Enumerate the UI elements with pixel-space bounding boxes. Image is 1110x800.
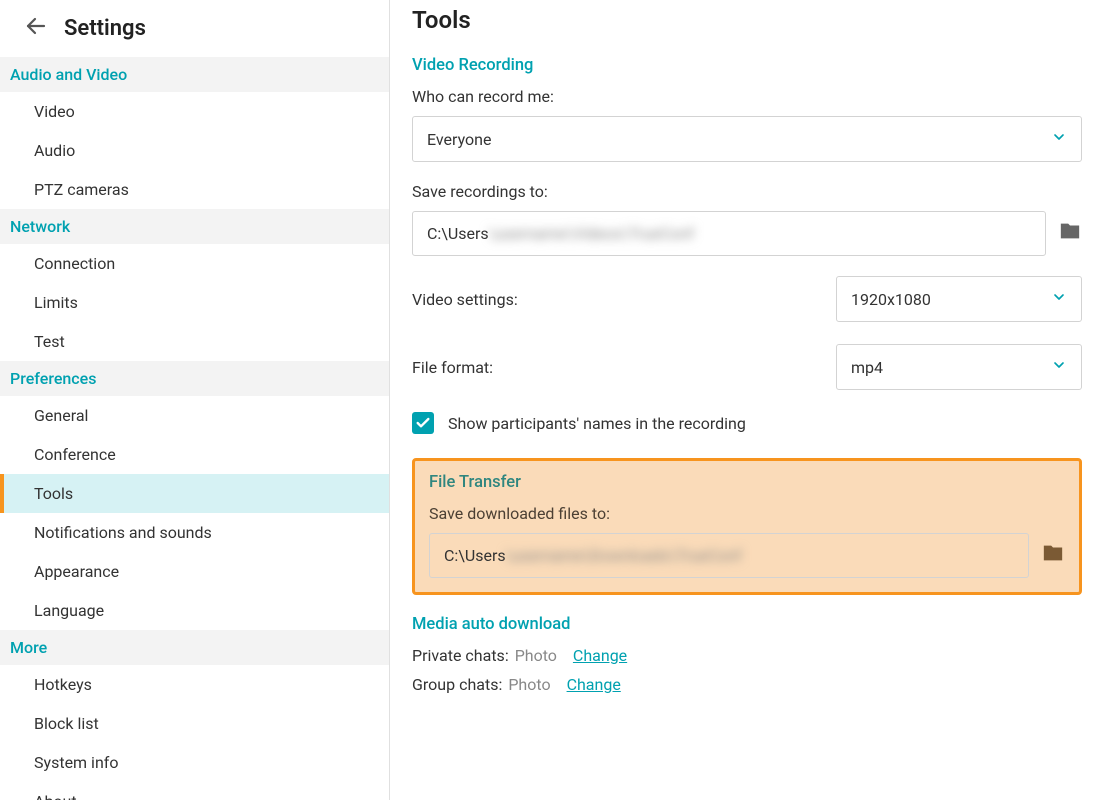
sidebar-item-hotkeys[interactable]: Hotkeys	[0, 665, 389, 704]
sidebar-item-connection[interactable]: Connection	[0, 244, 389, 283]
save-recordings-label: Save recordings to:	[412, 182, 1082, 201]
private-chats-value: Photo	[515, 646, 557, 665]
who-can-record-label: Who can record me:	[412, 87, 1082, 106]
who-can-record-select[interactable]: Everyone	[412, 116, 1082, 162]
page-title: Tools	[412, 6, 1082, 34]
sidebar-item-limits[interactable]: Limits	[0, 283, 389, 322]
recordings-path-blurred: \username\Videos\TrueConf	[489, 224, 694, 243]
settings-sidebar: Settings Audio and Video Video Audio PTZ…	[0, 0, 390, 800]
private-chats-change-link[interactable]: Change	[573, 646, 627, 665]
sidebar-item-conference[interactable]: Conference	[0, 435, 389, 474]
show-participants-checkbox[interactable]	[412, 412, 434, 434]
file-format-select[interactable]: mp4	[836, 344, 1082, 390]
sidebar-section-network: Network	[0, 209, 389, 244]
group-chats-change-link[interactable]: Change	[567, 675, 621, 694]
video-settings-value: 1920x1080	[851, 290, 931, 309]
sidebar-item-video[interactable]: Video	[0, 92, 389, 131]
private-chats-label: Private chats:	[412, 646, 509, 665]
recordings-path-prefix: C:\Users	[427, 224, 489, 243]
browse-recordings-folder-icon[interactable]	[1058, 220, 1082, 248]
file-transfer-highlight-box: File Transfer Save downloaded files to: …	[412, 458, 1082, 595]
sidebar-item-about[interactable]: About	[0, 782, 389, 800]
sidebar-item-language[interactable]: Language	[0, 591, 389, 630]
file-transfer-heading: File Transfer	[429, 473, 1065, 492]
browse-download-folder-icon[interactable]	[1041, 542, 1065, 570]
chevron-down-icon	[1051, 289, 1067, 309]
sidebar-header: Settings	[0, 0, 389, 57]
group-chats-value: Photo	[508, 675, 550, 694]
video-settings-select[interactable]: 1920x1080	[836, 276, 1082, 322]
video-settings-label: Video settings:	[412, 290, 518, 309]
sidebar-item-ptz-cameras[interactable]: PTZ cameras	[0, 170, 389, 209]
file-format-value: mp4	[851, 358, 883, 377]
sidebar-title: Settings	[64, 16, 146, 41]
sidebar-item-block-list[interactable]: Block list	[0, 704, 389, 743]
show-participants-label: Show participants' names in the recordin…	[448, 414, 746, 433]
file-format-label: File format:	[412, 358, 493, 377]
chevron-down-icon	[1051, 129, 1067, 149]
download-path-blurred: \username\Downloads\TrueConf	[506, 546, 742, 565]
recordings-path-input[interactable]: C:\Users\username\Videos\TrueConf	[412, 211, 1046, 256]
who-can-record-value: Everyone	[427, 130, 491, 149]
download-path-prefix: C:\Users	[444, 546, 506, 565]
sidebar-item-system-info[interactable]: System info	[0, 743, 389, 782]
video-recording-heading: Video Recording	[412, 56, 1082, 75]
back-arrow-icon[interactable]	[24, 14, 48, 43]
sidebar-section-more: More	[0, 630, 389, 665]
download-path-input[interactable]: C:\Users\username\Downloads\TrueConf	[429, 533, 1029, 578]
sidebar-section-audio-video: Audio and Video	[0, 57, 389, 92]
sidebar-item-notifications[interactable]: Notifications and sounds	[0, 513, 389, 552]
media-auto-download-heading: Media auto download	[412, 615, 1082, 634]
sidebar-section-preferences: Preferences	[0, 361, 389, 396]
chevron-down-icon	[1051, 357, 1067, 377]
sidebar-item-audio[interactable]: Audio	[0, 131, 389, 170]
sidebar-item-appearance[interactable]: Appearance	[0, 552, 389, 591]
sidebar-item-tools[interactable]: Tools	[0, 474, 389, 513]
sidebar-item-general[interactable]: General	[0, 396, 389, 435]
sidebar-item-test[interactable]: Test	[0, 322, 389, 361]
save-downloaded-label: Save downloaded files to:	[429, 504, 1065, 523]
group-chats-label: Group chats:	[412, 675, 502, 694]
main-content: Tools Video Recording Who can record me:…	[390, 0, 1110, 800]
